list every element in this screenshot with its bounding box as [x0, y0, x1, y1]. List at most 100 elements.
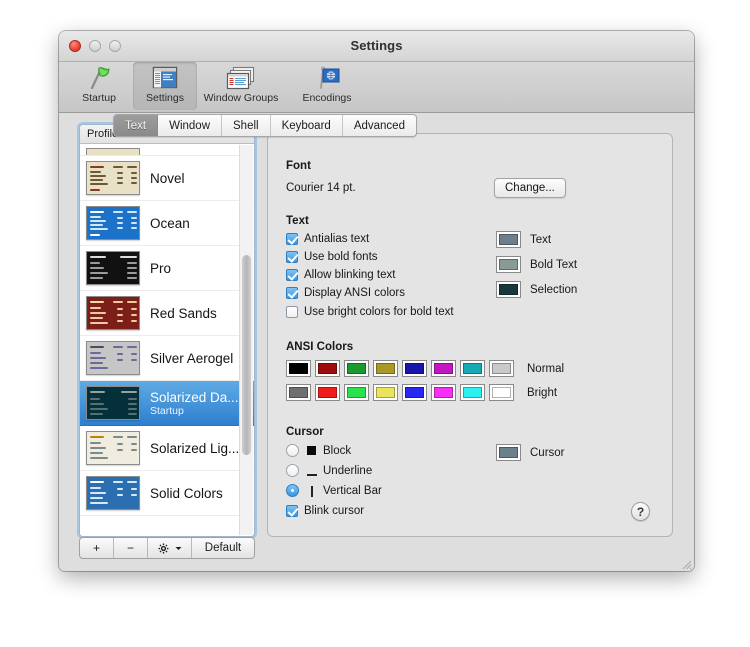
checkbox-label: Allow blinking text [304, 269, 396, 281]
add-profile-button[interactable]: + [80, 538, 114, 558]
resize-grip[interactable] [679, 557, 692, 570]
list-item-labels: Pro [150, 261, 171, 276]
tab-keyboard[interactable]: Keyboard [271, 115, 343, 136]
font-value: Courier 14 pt. [286, 182, 356, 194]
profile-thumbnail [86, 251, 140, 285]
ansi-swatch-bright-1[interactable] [315, 384, 340, 401]
profiles-list[interactable]: Profiles Novel Ocean Pro Red Sands Silve… [79, 124, 255, 537]
list-item-labels: Silver Aerogel [150, 351, 233, 366]
profile-name: Solid Colors [150, 485, 223, 501]
profile-name: Solarized Lig... [150, 440, 240, 456]
ansi-swatch-bright-3[interactable] [373, 384, 398, 401]
ansi-swatch-normal-6[interactable] [460, 360, 485, 377]
scrollbar-thumb[interactable] [242, 255, 251, 455]
block-glyph-icon [307, 446, 316, 455]
ansi-swatch-normal-0[interactable] [286, 360, 311, 377]
radio-button[interactable] [286, 464, 299, 477]
window-title: Settings [350, 38, 403, 53]
ansi-swatch-bright-0[interactable] [286, 384, 311, 401]
color-well-selection[interactable] [496, 281, 521, 298]
ansi-swatch-bright-2[interactable] [344, 384, 369, 401]
list-item-solid-colors[interactable]: Solid Colors [80, 471, 254, 516]
tab-shell[interactable]: Shell [222, 115, 271, 136]
ansi-swatch-normal-1[interactable] [315, 360, 340, 377]
radio-cursor-block[interactable]: Block [286, 444, 351, 457]
ansi-swatch-normal-7[interactable] [489, 360, 514, 377]
list-item-red-sands[interactable]: Red Sands [80, 291, 254, 336]
color-well-label: Selection [530, 283, 578, 296]
change-font-button[interactable]: Change... [494, 178, 566, 198]
color-well-cursor[interactable] [496, 444, 521, 461]
checkbox-allow-blinking-text[interactable]: Allow blinking text [286, 269, 395, 281]
ansi-swatch-normal-2[interactable] [344, 360, 369, 377]
profile-thumbnail [86, 386, 140, 420]
color-well-text[interactable] [496, 231, 521, 248]
list-item-labels: Novel [150, 171, 185, 186]
ansi-row-label-normal: Normal [527, 362, 565, 375]
radio-button[interactable] [286, 444, 299, 457]
list-item-silver-aerogel[interactable]: Silver Aerogel [80, 336, 254, 381]
profile-name: Silver Aerogel [150, 350, 234, 366]
toolbar-item-settings[interactable]: Settings [133, 62, 197, 110]
checkbox-antialias-text[interactable]: Antialias text [286, 233, 369, 245]
ansi-swatch-bright-4[interactable] [402, 384, 427, 401]
settings-window-icon [133, 64, 197, 91]
checkbox-use-bold-fonts[interactable]: Use bold fonts [286, 251, 378, 263]
checkbox-box[interactable] [286, 505, 298, 517]
radio-button[interactable] [286, 484, 299, 497]
remove-profile-button[interactable]: − [114, 538, 148, 558]
radio-cursor-vertical-bar[interactable]: Vertical Bar [286, 484, 382, 497]
checkbox-box[interactable] [286, 251, 298, 263]
ansi-swatch-bright-6[interactable] [460, 384, 485, 401]
color-well-row-cursor: Cursor [487, 444, 565, 461]
profiles-scrollbar[interactable] [239, 145, 253, 535]
checkbox-display-ansi-colors[interactable]: Display ANSI colors [286, 287, 405, 299]
color-well-row-selection: Selection [487, 281, 577, 298]
list-item-partial[interactable] [80, 144, 254, 156]
toolbar-item-encodings[interactable]: Encodings [285, 62, 369, 110]
checkbox-use-bright-colors-for-bold-text[interactable]: Use bright colors for bold text [286, 306, 454, 318]
tab-text[interactable]: Text [114, 115, 159, 136]
list-item-pro[interactable]: Pro [80, 246, 254, 291]
profile-thumbnail [86, 341, 140, 375]
encodings-globe-icon [285, 64, 369, 91]
ansi-swatch-bright-7[interactable] [489, 384, 514, 401]
tab-window[interactable]: Window [158, 115, 222, 136]
profiles-action-bar: + − Default [79, 537, 255, 559]
radio-label: Vertical Bar [323, 484, 382, 497]
cursor-section-title: Cursor [286, 426, 324, 438]
profile-thumbnail [86, 296, 140, 330]
profile-subtitle: Startup [150, 404, 184, 417]
ansi-swatch-normal-3[interactable] [373, 360, 398, 377]
list-item-ocean[interactable]: Ocean [80, 201, 254, 246]
list-item-solarized-dark[interactable]: Solarized Da... Startup [80, 381, 254, 426]
profile-name: Solarized Da... [150, 389, 239, 405]
ansi-row-normal: Normal [286, 360, 564, 377]
tab-advanced[interactable]: Advanced [343, 115, 416, 136]
checkbox-box[interactable] [286, 287, 298, 299]
checkbox-blink-cursor[interactable]: Blink cursor [286, 505, 364, 517]
ansi-swatch-bright-5[interactable] [431, 384, 456, 401]
checkbox-label: Display ANSI colors [304, 287, 405, 299]
profile-name: Pro [150, 260, 172, 276]
chevron-down-icon [175, 546, 181, 550]
list-item-solarized-light[interactable]: Solarized Lig... [80, 426, 254, 471]
profiles-scroll-area[interactable]: Novel Ocean Pro Red Sands Silver Aerogel… [80, 144, 254, 536]
ansi-swatch-normal-4[interactable] [402, 360, 427, 377]
color-well-label: Cursor [530, 446, 565, 459]
set-default-button[interactable]: Default [192, 538, 254, 558]
toolbar-item-startup[interactable]: Startup [67, 62, 131, 110]
help-button[interactable]: ? [631, 502, 650, 521]
ansi-swatch-normal-5[interactable] [431, 360, 456, 377]
checkbox-box[interactable] [286, 233, 298, 245]
color-well-bold-text[interactable] [496, 256, 521, 273]
checkbox-box[interactable] [286, 269, 298, 281]
list-item-novel[interactable]: Novel [80, 156, 254, 201]
checkbox-box[interactable] [286, 306, 298, 318]
window-content: Profiles Novel Ocean Pro Red Sands Silve… [59, 113, 694, 571]
profile-actions-menu-button[interactable] [148, 538, 192, 558]
toolbar-item-window-groups[interactable]: Window Groups [199, 62, 283, 110]
toolbar-label-window-groups: Window Groups [203, 92, 279, 104]
radio-cursor-underline[interactable]: Underline [286, 464, 372, 477]
list-item-labels: Solid Colors [150, 486, 223, 501]
